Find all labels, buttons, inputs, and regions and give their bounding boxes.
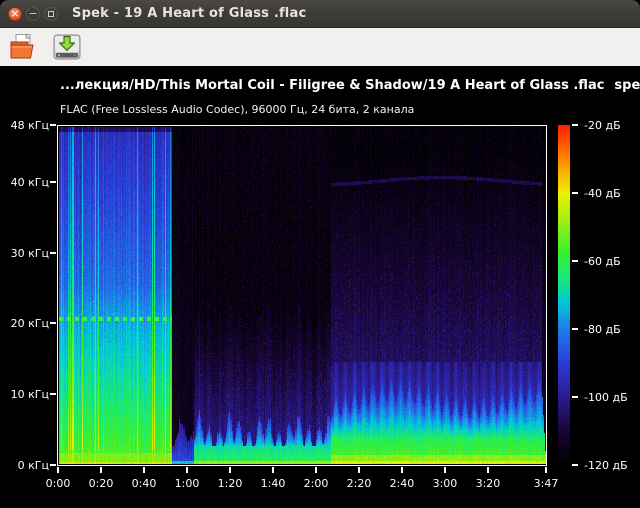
- time-tick-label: 2:40: [380, 477, 424, 490]
- time-tick: [186, 467, 188, 473]
- time-tick-label: 1:20: [208, 477, 252, 490]
- db-tick-label: -100 дБ: [584, 391, 628, 404]
- freq-tick: [50, 124, 56, 126]
- window-title: Spek - 19 A Heart of Glass .flac: [72, 0, 306, 28]
- open-file-button[interactable]: [7, 30, 41, 64]
- time-tick: [100, 467, 102, 473]
- freq-tick: [50, 464, 56, 466]
- time-tick-label: 1:00: [165, 477, 209, 490]
- freq-tick-label: 10 кГц: [0, 388, 49, 401]
- time-tick-label: 0:40: [122, 477, 166, 490]
- time-tick: [272, 467, 274, 473]
- maximize-icon: [48, 11, 54, 17]
- time-tick: [545, 467, 547, 473]
- freq-tick-label: 30 кГц: [0, 247, 49, 260]
- file-path-title: ...лекция/HD/This Mortal Coil - Filigree…: [60, 78, 604, 93]
- close-icon: ×: [10, 8, 19, 19]
- time-tick-label: 2:20: [337, 477, 381, 490]
- db-tick: [572, 124, 578, 126]
- freq-tick: [50, 322, 56, 324]
- db-colorbar: [558, 125, 570, 466]
- time-tick: [401, 467, 403, 473]
- db-tick-label: -120 дБ: [584, 459, 628, 472]
- db-tick-label: -60 дБ: [584, 255, 621, 268]
- spectrogram-canvas: [59, 127, 546, 464]
- freq-tick-label: 40 кГц: [0, 176, 49, 189]
- freq-tick-label: 20 кГц: [0, 317, 49, 330]
- db-tick: [572, 260, 578, 262]
- freq-tick-label: 0 кГц: [0, 459, 49, 472]
- maximize-button[interactable]: [44, 7, 58, 21]
- time-tick: [444, 467, 446, 473]
- time-tick: [57, 467, 59, 473]
- time-tick: [487, 467, 489, 473]
- stream-info: FLAC (Free Lossless Audio Codec), 96000 …: [60, 103, 414, 116]
- freq-tick: [50, 393, 56, 395]
- save-drive-icon: [52, 32, 82, 62]
- time-tick-label: 2:00: [294, 477, 338, 490]
- time-tick-label: 1:40: [251, 477, 295, 490]
- freq-tick: [50, 181, 56, 183]
- db-tick: [572, 396, 578, 398]
- freq-tick-label: 48 кГц: [0, 119, 49, 132]
- freq-tick: [50, 252, 56, 254]
- analysis-pane: ...лекция/HD/This Mortal Coil - Filigree…: [0, 66, 640, 508]
- minimize-button[interactable]: −: [26, 7, 40, 21]
- time-tick: [229, 467, 231, 473]
- save-button[interactable]: [50, 30, 84, 64]
- time-tick: [315, 467, 317, 473]
- time-tick-label: 3:00: [423, 477, 467, 490]
- titlebar[interactable]: × − Spek - 19 A Heart of Glass .flac: [0, 0, 640, 28]
- db-tick-label: -40 дБ: [584, 187, 621, 200]
- time-tick: [358, 467, 360, 473]
- heading-row: ...лекция/HD/This Mortal Coil - Filigree…: [60, 78, 636, 93]
- close-button[interactable]: ×: [8, 7, 22, 21]
- spek-window: × − Spek - 19 A Heart of Glass .flac: [0, 0, 640, 508]
- app-name: spek: [614, 78, 640, 93]
- db-tick: [572, 192, 578, 194]
- time-tick-label: 3:20: [466, 477, 510, 490]
- time-tick-label: 3:47: [524, 477, 568, 490]
- folder-open-icon: [9, 32, 39, 62]
- time-tick-label: 0:20: [79, 477, 123, 490]
- db-tick-label: -20 дБ: [584, 119, 621, 132]
- db-tick: [572, 464, 578, 466]
- time-tick: [143, 467, 145, 473]
- minimize-icon: −: [28, 8, 37, 19]
- db-tick-label: -80 дБ: [584, 323, 621, 336]
- time-tick-label: 0:00: [36, 477, 80, 490]
- toolbar: [0, 28, 640, 66]
- app-version-badge: spek0.8.2: [614, 78, 640, 93]
- db-tick: [572, 328, 578, 330]
